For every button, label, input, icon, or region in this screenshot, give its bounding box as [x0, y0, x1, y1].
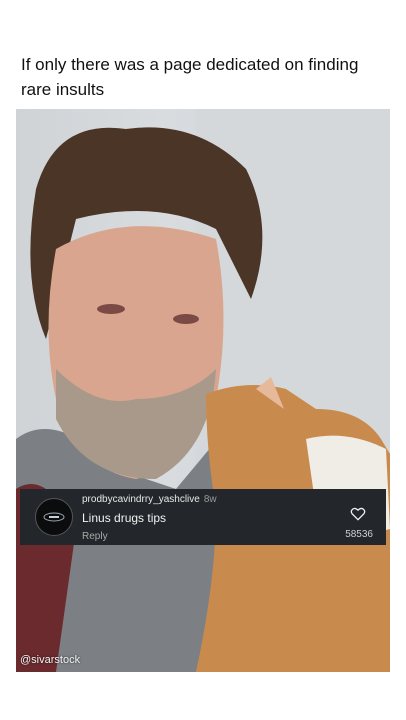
- comment-username[interactable]: prodbycavindrry_yashclive 8w: [82, 494, 217, 505]
- like-count: 58536: [345, 529, 373, 540]
- comment-card: prodbycavindrry_yashclive 8w Linus drugs …: [20, 489, 386, 545]
- avatar[interactable]: [35, 498, 73, 536]
- comment-time: 8w: [203, 494, 217, 505]
- comment-text: Linus drugs tips: [82, 511, 167, 525]
- video-frame[interactable]: @sivarstock: [16, 109, 390, 672]
- heart-outline-icon[interactable]: [350, 507, 366, 521]
- man-with-cat-image: [16, 109, 390, 672]
- post-caption: If only there was a page dedicated on fi…: [21, 55, 359, 99]
- reply-button[interactable]: Reply: [82, 531, 108, 542]
- circular-logo-avatar: [43, 512, 65, 522]
- username-text[interactable]: prodbycavindrry_yashclive: [82, 494, 200, 505]
- watermark-text: @sivarstock: [20, 654, 81, 666]
